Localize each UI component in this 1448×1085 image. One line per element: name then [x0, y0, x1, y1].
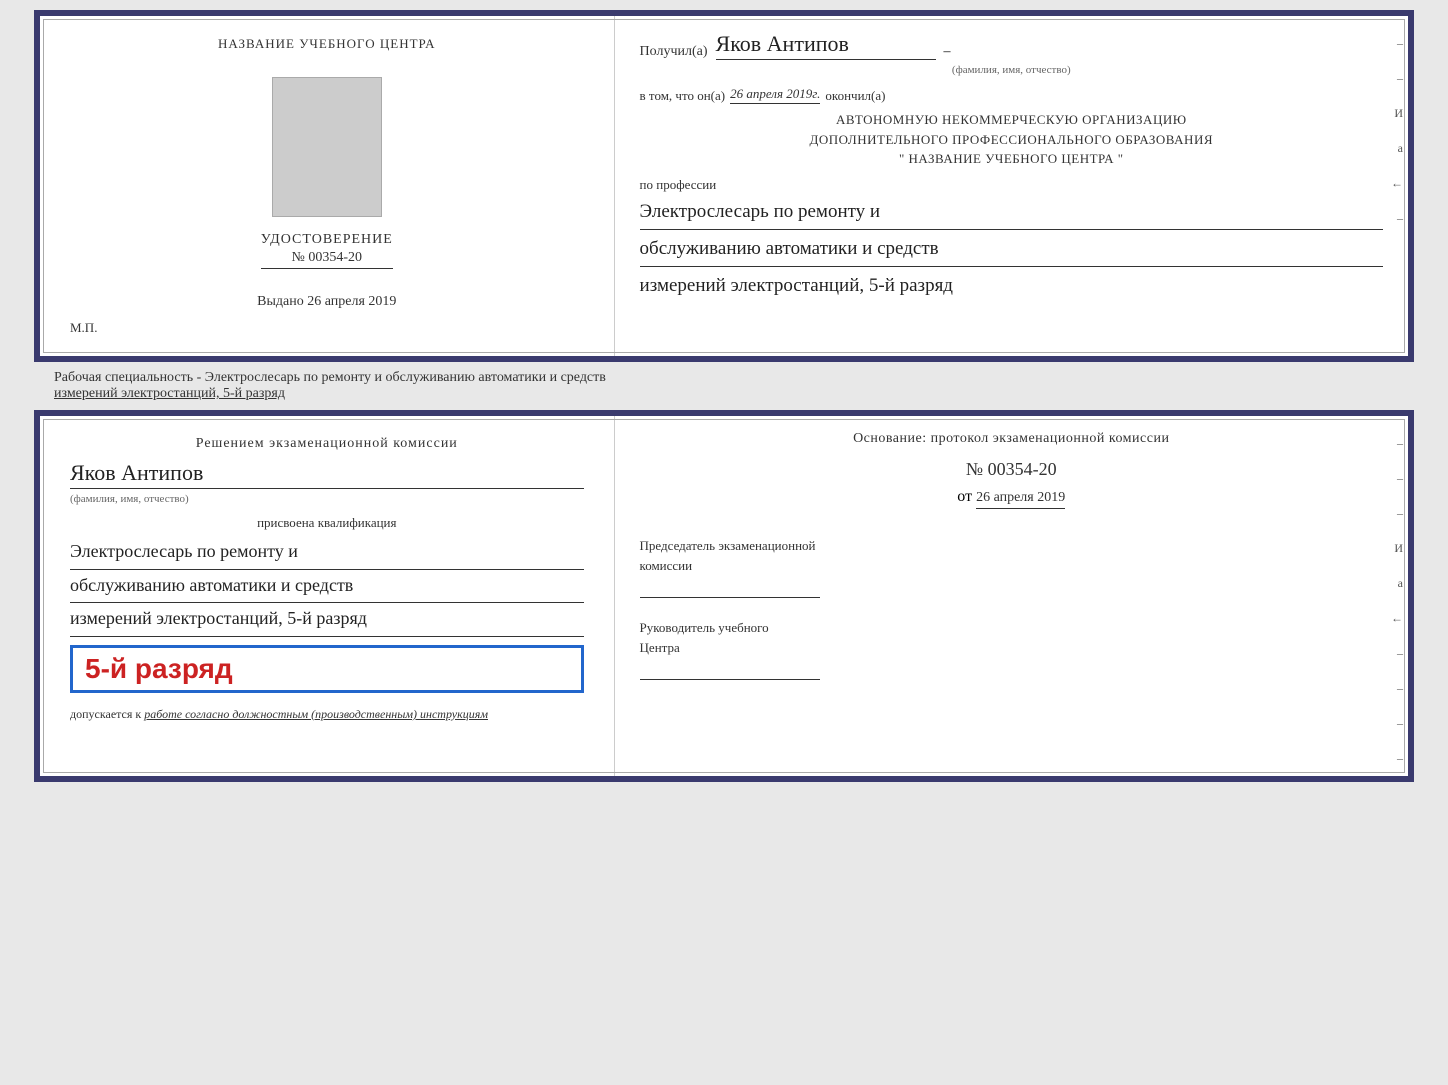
- vert-arrow-b1: ←: [1391, 611, 1403, 626]
- issued-date-value: 26 апреля 2019: [307, 294, 396, 309]
- cert-number: № 00354-20: [261, 250, 393, 269]
- recipient-name: Яков Антипов: [716, 31, 936, 60]
- cert-issued-date: Выдано 26 апреля 2019: [257, 294, 396, 310]
- vydano-label: Выдано: [257, 294, 304, 309]
- bottom-certificate: Решением экзаменационной комиссии Яков А…: [34, 410, 1414, 782]
- vert-a-b1: а: [1398, 576, 1403, 591]
- document-container: НАЗВАНИЕ УЧЕБНОГО ЦЕНТРА УДОСТОВЕРЕНИЕ №…: [34, 10, 1414, 782]
- udostoverenie-block: УДОСТОВЕРЕНИЕ № 00354-20: [261, 232, 393, 269]
- dopuskaetsya-line: допускается к работе согласно должностны…: [70, 706, 584, 723]
- udostoverenie-title: УДОСТОВЕРЕНИЕ: [261, 232, 393, 248]
- ot-date: 26 апреля 2019: [976, 490, 1065, 509]
- vert-a-1: а: [1398, 141, 1403, 156]
- vert-dash-b5: –: [1397, 681, 1403, 696]
- razryad-badge: 5-й разряд: [70, 645, 584, 693]
- osnovanie-title: Основание: протокол экзаменационной коми…: [640, 431, 1383, 447]
- vtom-label: в том, что он(а): [640, 88, 726, 104]
- middle-line1: Рабочая специальность - Электрослесарь п…: [54, 370, 606, 385]
- vert-dash-b1: –: [1397, 436, 1403, 451]
- bottom-cert-right: Основание: протокол экзаменационной коми…: [615, 416, 1408, 776]
- profession-line1: Электрослесарь по ремонту и: [640, 197, 1383, 230]
- recipient-dash: –: [944, 44, 951, 60]
- top-cert-right: Получил(а) Яков Антипов – (фамилия, имя,…: [615, 16, 1408, 356]
- vert-dash-b3: –: [1397, 506, 1403, 521]
- vert-i-1: И: [1394, 106, 1403, 121]
- recipient-label: Получил(а): [640, 44, 708, 60]
- dopuskaetsya-label: допускается к: [70, 707, 141, 721]
- vtom-date: 26 апреля 2019г.: [730, 86, 820, 104]
- vert-dash-1: –: [1397, 36, 1403, 51]
- middle-line2: измерений электростанций, 5-й разряд: [54, 386, 285, 401]
- bottom-recipient-name: Яков Антипов: [70, 460, 584, 489]
- tsentra-label: Центра: [640, 638, 1383, 658]
- predsedatel-block: Председатель экзаменационной комиссии: [640, 536, 1383, 598]
- resheniem-title: Решением экзаменационной комиссии: [70, 436, 584, 452]
- recipient-sub-label: (фамилия, имя, отчество): [640, 64, 1383, 76]
- bottom-cert-left: Решением экзаменационной комиссии Яков А…: [40, 416, 615, 776]
- org-line1: АВТОНОМНУЮ НЕКОММЕРЧЕСКУЮ ОРГАНИЗАЦИЮ: [640, 110, 1383, 130]
- vtom-line: в том, что он(а) 26 апреля 2019г. окончи…: [640, 86, 1383, 104]
- vert-dash-3: –: [1397, 211, 1403, 226]
- org-line3: " НАЗВАНИЕ УЧЕБНОГО ЦЕНТРА ": [640, 149, 1383, 169]
- po-professii-label: по профессии: [640, 177, 1383, 193]
- vert-dash-b4: –: [1397, 646, 1403, 661]
- bottom-profession-3: измерений электростанций, 5-й разряд: [70, 603, 584, 637]
- predsedatel-label: Председатель экзаменационной: [640, 536, 1383, 556]
- komissii-label: комиссии: [640, 556, 1383, 576]
- ot-date-wrapper: от 26 апреля 2019: [640, 488, 1383, 521]
- profession-line3: измерений электростанций, 5-й разряд: [640, 271, 1383, 303]
- bottom-recipient-sublabel: (фамилия, имя, отчество): [70, 493, 584, 505]
- razryad-badge-text: 5-й разряд: [85, 653, 233, 684]
- rukovoditel-block: Руководитель учебного Центра: [640, 618, 1383, 680]
- vert-arrow-1: ←: [1391, 176, 1403, 191]
- okonchil-label: окончил(а): [825, 88, 885, 104]
- ot-label: от: [957, 488, 972, 505]
- rukovoditel-signature-line: [640, 662, 820, 680]
- predsedatel-signature-line: [640, 580, 820, 598]
- bottom-profession-1: Электрослесарь по ремонту и: [70, 536, 584, 570]
- protocol-number: № 00354-20: [640, 459, 1383, 480]
- middle-text-block: Рабочая специальность - Электрослесарь п…: [34, 362, 1414, 410]
- vertical-labels-bottom-right: – – – И а ← – – – –: [1391, 436, 1403, 766]
- rukovoditel-label: Руководитель учебного: [640, 618, 1383, 638]
- top-cert-left: НАЗВАНИЕ УЧЕБНОГО ЦЕНТРА УДОСТОВЕРЕНИЕ №…: [40, 16, 615, 356]
- vertical-labels-top-right: – – И а ← –: [1391, 36, 1403, 226]
- vert-dash-b2: –: [1397, 471, 1403, 486]
- vert-dash-b7: –: [1397, 751, 1403, 766]
- org-block: АВТОНОМНУЮ НЕКОММЕРЧЕСКУЮ ОРГАНИЗАЦИЮ ДО…: [640, 110, 1383, 169]
- profession-line2: обслуживанию автоматики и средств: [640, 234, 1383, 267]
- top-certificate: НАЗВАНИЕ УЧЕБНОГО ЦЕНТРА УДОСТОВЕРЕНИЕ №…: [34, 10, 1414, 362]
- prisvoena-label: присвоена квалификация: [70, 515, 584, 531]
- dopuskaetsya-text: работе согласно должностным (производств…: [144, 707, 488, 721]
- vert-dash-b6: –: [1397, 716, 1403, 731]
- bottom-profession-2: обслуживанию автоматики и средств: [70, 570, 584, 604]
- mp-label: М.П.: [70, 320, 97, 336]
- vert-i-b1: И: [1394, 541, 1403, 556]
- recipient-line: Получил(а) Яков Антипов –: [640, 31, 1383, 60]
- org-line2: ДОПОЛНИТЕЛЬНОГО ПРОФЕССИОНАЛЬНОГО ОБРАЗО…: [640, 130, 1383, 150]
- photo-placeholder: [272, 77, 382, 217]
- vert-dash-2: –: [1397, 71, 1403, 86]
- school-name-top: НАЗВАНИЕ УЧЕБНОГО ЦЕНТРА: [218, 36, 435, 52]
